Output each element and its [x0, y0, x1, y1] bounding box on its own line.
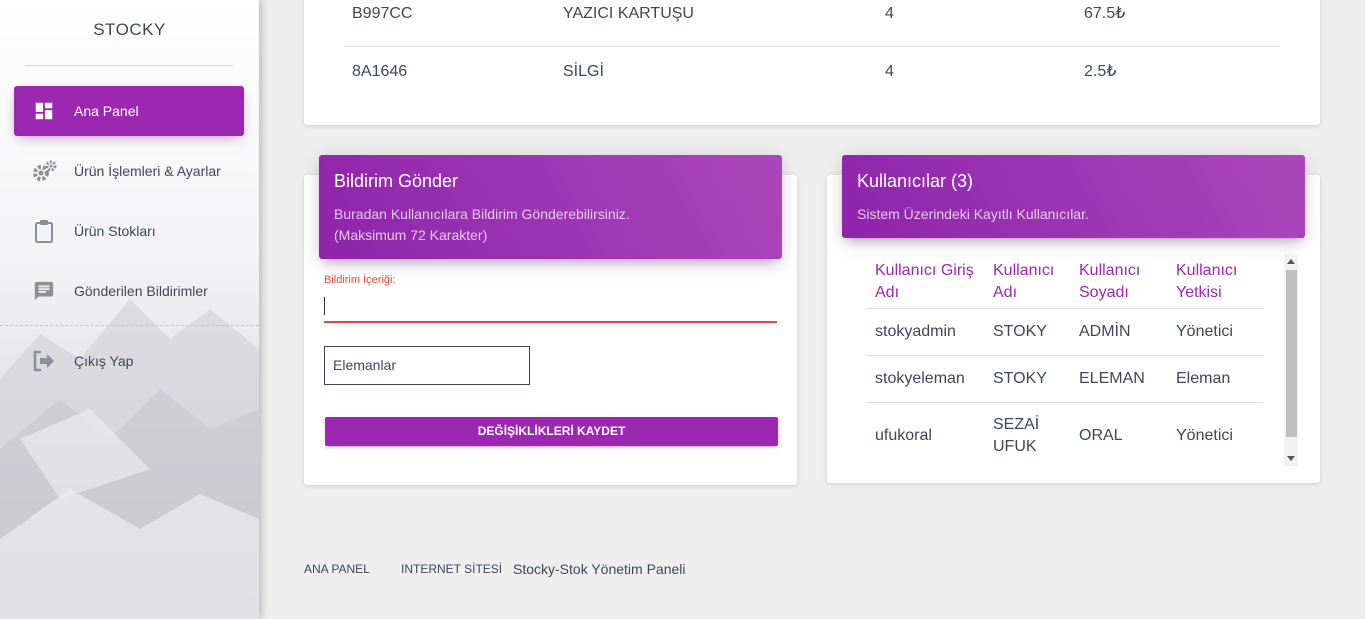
clipboard-icon	[30, 217, 58, 245]
table-row: stokyadmin STOKY ADMİN Yönetici	[866, 308, 1263, 355]
footer-link-internet-sitesi[interactable]: INTERNET SİTESİ	[401, 562, 502, 576]
sidebar: STOCKY Ana Panel Ürün İşlemleri & Ayarla…	[0, 0, 259, 619]
scroll-thumb[interactable]	[1286, 270, 1297, 437]
input-underline	[324, 321, 777, 323]
column-header: Kullanıcı Adı	[993, 262, 1055, 301]
sidebar-item-label: Gönderilen Bildirimler	[74, 283, 208, 299]
product-quantity: 4	[885, 5, 894, 22]
save-button[interactable]: DEĞİŞİKLİKLERİ KAYDET	[325, 417, 778, 446]
message-icon	[30, 277, 58, 305]
scroll-down-icon[interactable]	[1287, 456, 1295, 461]
product-name: YAZICI KARTUŞU	[563, 5, 694, 22]
table-row: stokyeleman STOKY ELEMAN Eleman	[866, 355, 1263, 402]
sidebar-item-label: Ana Panel	[74, 103, 139, 119]
user-role: Eleman	[1176, 370, 1231, 387]
users-table-scrollbar[interactable]	[1284, 254, 1298, 466]
product-price: 2.5₺	[1084, 63, 1117, 80]
sidebar-item-label: Ürün İşlemleri & Ayarlar	[74, 163, 221, 179]
footer-copyright: Stocky-Stok Yönetim Paneli	[513, 561, 686, 577]
sidebar-item-label: Çıkış Yap	[74, 353, 134, 369]
user-role: Yönetici	[1176, 427, 1233, 444]
user-surname: ORAL	[1079, 427, 1123, 444]
column-header: Kullanıcı Giriş Adı	[875, 262, 974, 301]
sidebar-item-urun-stoklari[interactable]: Ürün Stokları	[14, 206, 244, 256]
table-row: 8A1646 SİLGİ 4 2.5₺	[344, 48, 1280, 95]
card-title: Bildirim Gönder	[334, 171, 459, 191]
users-card-header: Kullanıcılar (3) Sistem Üzerindeki Kayıt…	[842, 155, 1305, 238]
scroll-up-icon[interactable]	[1287, 259, 1295, 264]
column-header: Kullanıcı Soyadı	[1079, 262, 1141, 301]
user-name: STOKY	[993, 323, 1047, 340]
user-role: Yönetici	[1176, 323, 1233, 340]
dashboard-icon	[30, 97, 58, 125]
card-subtitle: Buradan Kullanıcılara Bildirim Gönderebi…	[334, 206, 630, 222]
notification-content-label: Bildirim İçeriği:	[324, 274, 396, 286]
product-name: SİLGİ	[563, 63, 604, 80]
user-login: ufukoral	[875, 427, 932, 444]
user-name: SEZAİ	[993, 416, 1040, 433]
sidebar-item-ana-panel[interactable]: Ana Panel	[14, 86, 244, 136]
product-code: 8A1646	[352, 63, 408, 80]
card-subtitle: Sistem Üzerindeki Kayıtlı Kullanıcılar.	[857, 206, 1089, 222]
user-surname: ADMİN	[1079, 323, 1131, 340]
logout-icon	[30, 347, 58, 375]
notification-content-input[interactable]	[324, 292, 777, 322]
notification-card-header: Bildirim Gönder Buradan Kullanıcılara Bi…	[319, 155, 782, 259]
sidebar-item-cikis-yap[interactable]: Çıkış Yap	[14, 336, 244, 386]
card-subtitle: (Maksimum 72 Karakter)	[334, 227, 488, 243]
user-login: stokyadmin	[875, 323, 956, 340]
product-price: 67.5₺	[1084, 5, 1126, 22]
user-name: UFUK	[993, 438, 1037, 455]
product-quantity: 4	[885, 63, 894, 80]
table-row: B997CC YAZICI KARTUŞU 4 67.5₺	[344, 0, 1280, 47]
divider	[0, 325, 259, 326]
table-row: ufukoral SEZAİ UFUK ORAL Yönetici	[866, 402, 1263, 468]
brand-title[interactable]: STOCKY	[0, 20, 259, 40]
divider	[25, 65, 233, 66]
card-title: Kullanıcılar (3)	[857, 171, 974, 191]
column-header: Kullanıcı Yetkisi	[1176, 262, 1238, 301]
sidebar-item-label: Ürün Stokları	[74, 223, 156, 239]
user-login: stokyeleman	[875, 370, 965, 387]
user-name: STOKY	[993, 370, 1047, 387]
recipient-select[interactable]: Elemanlar	[324, 346, 530, 385]
gears-icon	[30, 157, 58, 185]
sidebar-item-gonderilen-bildirimler[interactable]: Gönderilen Bildirimler	[14, 266, 244, 316]
user-surname: ELEMAN	[1079, 370, 1145, 387]
sidebar-item-urun-islemleri[interactable]: Ürün İşlemleri & Ayarlar	[14, 146, 244, 196]
text-caret	[324, 297, 325, 315]
product-code: B997CC	[352, 5, 413, 22]
footer-link-ana-panel[interactable]: ANA PANEL	[304, 562, 370, 576]
products-card: B997CC YAZICI KARTUŞU 4 67.5₺ 8A1646 SİL…	[304, 0, 1320, 125]
